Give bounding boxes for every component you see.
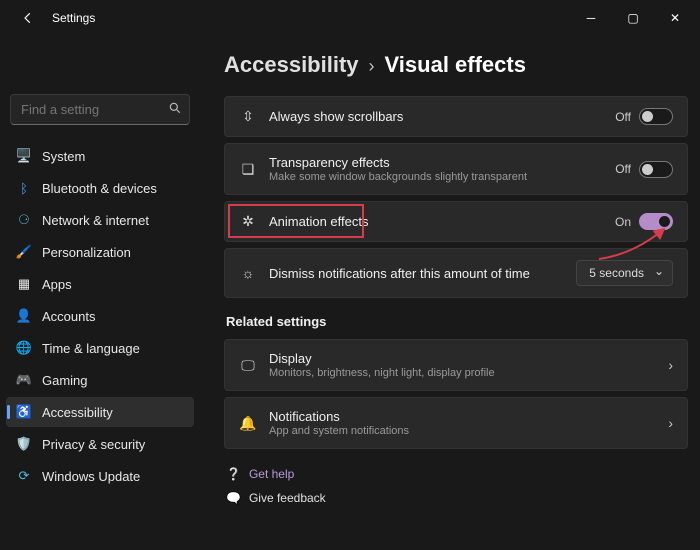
scrollbars-toggle[interactable] — [639, 108, 673, 125]
breadcrumb-parent[interactable]: Accessibility — [224, 52, 359, 78]
sidebar-item-label: Time & language — [42, 341, 140, 356]
row-title: Always show scrollbars — [269, 109, 603, 124]
row-title: Animation effects — [269, 214, 603, 229]
row-subtitle: App and system notifications — [269, 425, 656, 437]
transparency-toggle[interactable] — [639, 161, 673, 178]
sidebar-item-label: Accounts — [42, 309, 95, 324]
toggle-state-label: Off — [615, 110, 631, 124]
window-title: Settings — [52, 11, 95, 25]
sidebar-item-label: Privacy & security — [42, 437, 145, 452]
accessibility-icon: ♿ — [16, 404, 32, 420]
row-subtitle: Make some window backgrounds slightly tr… — [269, 171, 603, 183]
sidebar-item-network[interactable]: ⚆ Network & internet — [6, 205, 194, 235]
row-title: Display — [269, 351, 656, 366]
brush-icon: 🖌️ — [16, 244, 32, 260]
dismiss-time-dropdown[interactable]: 5 seconds — [576, 260, 673, 286]
sidebar-item-accessibility[interactable]: ♿ Accessibility — [6, 397, 194, 427]
row-animation-effects[interactable]: ✲ Animation effects On — [224, 201, 688, 242]
breadcrumb: Accessibility › Visual effects — [224, 52, 688, 78]
sidebar-item-label: Windows Update — [42, 469, 140, 484]
sidebar: 🖥️ System ᛒ Bluetooth & devices ⚆ Network &… — [0, 36, 200, 550]
toggle-state-label: On — [615, 215, 631, 229]
sidebar-item-label: Accessibility — [42, 405, 113, 420]
brightness-icon: ☼ — [239, 265, 257, 281]
back-button[interactable] — [14, 4, 42, 32]
sidebar-item-personalization[interactable]: 🖌️ Personalization — [6, 237, 194, 267]
row-notifications[interactable]: 🔔 Notifications App and system notificat… — [224, 397, 688, 449]
sidebar-item-gaming[interactable]: 🎮 Gaming — [6, 365, 194, 395]
user-icon: 👤 — [16, 308, 32, 324]
shield-icon: 🛡️ — [16, 436, 32, 452]
row-display[interactable]: 🖵 Display Monitors, brightness, night li… — [224, 339, 688, 391]
row-always-show-scrollbars[interactable]: ⇳ Always show scrollbars Off — [224, 96, 688, 137]
sidebar-item-apps[interactable]: ▦ Apps — [6, 269, 194, 299]
sidebar-item-privacy[interactable]: 🛡️ Privacy & security — [6, 429, 194, 459]
sidebar-item-time[interactable]: 🌐 Time & language — [6, 333, 194, 363]
sidebar-item-label: Personalization — [42, 245, 131, 260]
bell-icon: 🔔 — [239, 415, 257, 432]
search-input[interactable] — [10, 94, 190, 125]
monitor-icon: 🖵 — [239, 357, 257, 374]
sidebar-item-label: Apps — [42, 277, 72, 292]
sidebar-item-accounts[interactable]: 👤 Accounts — [6, 301, 194, 331]
row-subtitle: Monitors, brightness, night light, displ… — [269, 367, 656, 379]
animation-icon: ✲ — [239, 213, 257, 230]
link-label: Get help — [249, 467, 294, 481]
update-icon: ⟳ — [16, 468, 32, 484]
row-transparency-effects[interactable]: ❏ Transparency effects Make some window … — [224, 143, 688, 195]
scrollbars-icon: ⇳ — [239, 108, 257, 125]
sidebar-item-system[interactable]: 🖥️ System — [6, 141, 194, 171]
maximize-button[interactable]: ▢ — [612, 4, 654, 32]
dropdown-value: 5 seconds — [589, 266, 644, 280]
chevron-right-icon: › — [369, 56, 375, 77]
get-help-link[interactable]: ❔ Get help — [226, 467, 688, 481]
row-title: Transparency effects — [269, 155, 603, 170]
give-feedback-link[interactable]: 🗨️ Give feedback — [226, 491, 688, 505]
system-icon: 🖥️ — [16, 148, 32, 164]
page-title: Visual effects — [385, 52, 526, 78]
feedback-icon: 🗨️ — [226, 491, 241, 505]
minimize-button[interactable]: ─ — [570, 4, 612, 32]
sidebar-item-label: Bluetooth & devices — [42, 181, 157, 196]
sidebar-item-label: Gaming — [42, 373, 88, 388]
related-settings-heading: Related settings — [226, 314, 688, 329]
sidebar-item-update[interactable]: ⟳ Windows Update — [6, 461, 194, 491]
row-dismiss-notifications[interactable]: ☼ Dismiss notifications after this amoun… — [224, 248, 688, 298]
link-label: Give feedback — [249, 491, 326, 505]
gaming-icon: 🎮 — [16, 372, 32, 388]
globe-icon: 🌐 — [16, 340, 32, 356]
sidebar-item-label: Network & internet — [42, 213, 149, 228]
help-icon: ❔ — [226, 467, 241, 481]
apps-icon: ▦ — [16, 276, 32, 292]
row-title: Notifications — [269, 409, 656, 424]
chevron-right-icon: › — [668, 357, 673, 373]
bluetooth-icon: ᛒ — [16, 180, 32, 196]
animation-toggle[interactable] — [639, 213, 673, 230]
close-button[interactable]: ✕ — [654, 4, 696, 32]
transparency-icon: ❏ — [239, 161, 257, 178]
toggle-state-label: Off — [615, 162, 631, 176]
sidebar-item-bluetooth[interactable]: ᛒ Bluetooth & devices — [6, 173, 194, 203]
wifi-icon: ⚆ — [16, 212, 32, 228]
search-icon — [168, 101, 182, 118]
row-title: Dismiss notifications after this amount … — [269, 266, 564, 281]
chevron-right-icon: › — [668, 415, 673, 431]
sidebar-item-label: System — [42, 149, 85, 164]
